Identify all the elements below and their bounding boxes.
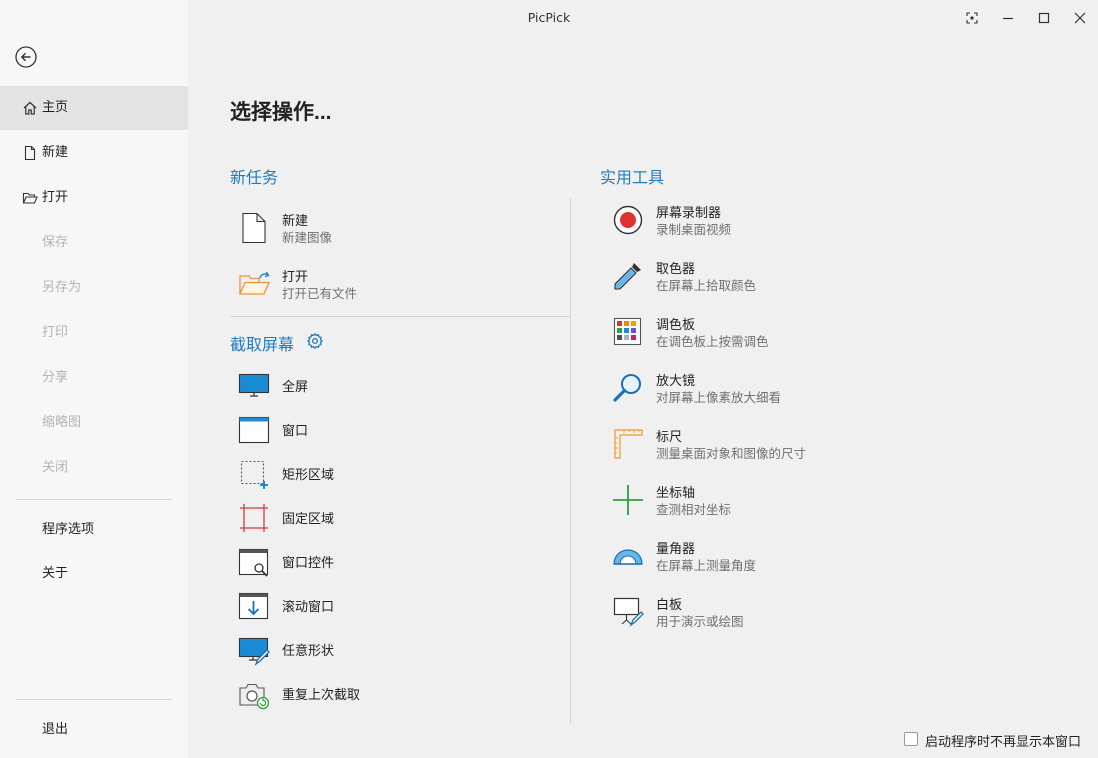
blank-page-icon	[242, 212, 266, 244]
capture-window-button[interactable]	[964, 10, 980, 26]
task-description: 测量桌面对象和图像的尺寸	[656, 446, 807, 461]
window-title: PicPick	[527, 10, 571, 25]
dashed-rectangle-icon	[240, 460, 268, 489]
task-description: 用于演示或绘图	[656, 614, 744, 629]
scroll-window-icon	[238, 592, 269, 620]
sidebar-item-home[interactable]: 主页	[0, 86, 188, 130]
window-icon	[238, 416, 270, 444]
task-label: 窗口	[282, 424, 309, 439]
sidebar-item-label: 缩略图	[42, 415, 82, 430]
sidebar-item-options[interactable]: 程序选项	[0, 508, 188, 552]
sidebar-divider	[16, 499, 172, 500]
sidebar-item-save: 保存	[0, 221, 188, 265]
minimize-icon	[1003, 17, 1013, 20]
sidebar-item-label: 打印	[42, 325, 69, 340]
ruler-icon	[614, 429, 643, 459]
sidebar-item-exit[interactable]: 退出	[0, 708, 188, 752]
sidebar-item-label: 分享	[42, 370, 69, 385]
task-label: 全屏	[282, 380, 309, 395]
back-button[interactable]	[15, 46, 37, 68]
task-description: 录制桌面视频	[656, 222, 732, 237]
close-icon	[1074, 12, 1086, 24]
sidebar-item-label: 主页	[42, 100, 69, 115]
window-control-icon	[238, 548, 269, 577]
dont-show-on-startup-label[interactable]: 启动程序时不再显示本窗口	[925, 731, 1081, 750]
gear-icon[interactable]	[306, 332, 324, 350]
task-description: 在屏幕上测量角度	[656, 558, 757, 573]
close-button[interactable]	[1072, 10, 1088, 26]
sidebar-item-label: 退出	[42, 722, 69, 737]
task-description: 新建图像	[282, 230, 333, 245]
dont-show-on-startup-checkbox[interactable]	[904, 732, 918, 746]
monitor-icon	[238, 373, 270, 397]
focus-capture-icon	[966, 12, 978, 24]
column-divider	[570, 198, 571, 724]
sidebar-item-label: 程序选项	[42, 522, 95, 537]
section-title-capture: 截取屏幕	[230, 335, 295, 354]
sidebar-item-label: 保存	[42, 235, 69, 250]
sidebar: 主页 新建 打开 保存 另存为 打印 分享 缩略图 关闭 程序选项 关于 退出	[0, 0, 188, 758]
sidebar-item-label: 关于	[42, 566, 69, 581]
sidebar-item-close: 关闭	[0, 446, 188, 490]
sidebar-divider	[16, 699, 172, 700]
sidebar-item-thumbnails: 缩略图	[0, 401, 188, 445]
task-label: 滚动窗口	[282, 600, 335, 615]
open-folder-icon	[239, 271, 270, 295]
section-title-new-task: 新任务	[230, 168, 279, 187]
page-title: 选择操作...	[230, 101, 332, 124]
repeat-capture-icon	[239, 683, 270, 710]
palette-icon	[613, 317, 642, 346]
sidebar-item-about[interactable]: 关于	[0, 552, 188, 596]
minimize-button[interactable]	[1000, 10, 1016, 26]
whiteboard-icon	[613, 597, 644, 627]
protractor-icon	[613, 549, 643, 565]
maximize-button[interactable]	[1036, 10, 1052, 26]
freehand-icon	[238, 637, 270, 666]
maximize-icon	[1038, 12, 1050, 24]
task-description: 查测相对坐标	[656, 502, 732, 517]
fixed-region-icon	[240, 504, 268, 532]
magnifier-icon	[613, 374, 641, 402]
new-file-icon	[24, 145, 36, 161]
task-label: 任意形状	[282, 644, 335, 659]
eyedropper-icon	[614, 263, 641, 290]
task-label: 矩形区域	[282, 468, 335, 483]
sidebar-item-new[interactable]: 新建	[0, 131, 188, 175]
sidebar-item-label: 新建	[42, 145, 69, 160]
home-icon	[23, 101, 37, 115]
task-description: 对屏幕上像素放大细看	[656, 390, 782, 405]
open-folder-icon	[22, 192, 38, 204]
sidebar-item-label: 另存为	[42, 280, 82, 295]
sidebar-item-open[interactable]: 打开	[0, 176, 188, 220]
task-label: 重复上次截取	[282, 688, 361, 703]
back-arrow-icon	[15, 46, 37, 68]
sidebar-item-label: 打开	[42, 190, 69, 205]
task-description: 在调色板上按需调色	[656, 334, 769, 349]
section-divider	[230, 316, 570, 317]
sidebar-item-label: 关闭	[42, 460, 69, 475]
sidebar-item-save-as: 另存为	[0, 266, 188, 310]
sidebar-item-print: 打印	[0, 311, 188, 355]
section-title-tools: 实用工具	[600, 168, 665, 187]
task-description: 在屏幕上拾取颜色	[656, 278, 757, 293]
task-label: 窗口控件	[282, 556, 335, 571]
sidebar-item-share: 分享	[0, 356, 188, 400]
task-label: 固定区域	[282, 512, 335, 527]
crosshair-icon	[613, 485, 643, 515]
task-description: 打开已有文件	[282, 286, 358, 301]
record-icon	[613, 205, 643, 235]
